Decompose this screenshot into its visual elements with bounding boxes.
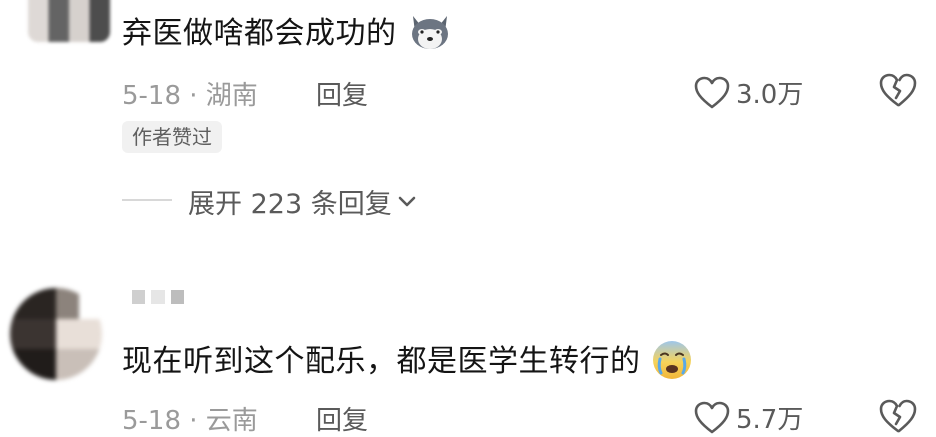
like-count: 3.0万: [736, 80, 804, 110]
comment-text: 弃医做啥都会成功的: [122, 8, 453, 52]
husky-dog-emoji-icon: [411, 15, 448, 49]
like-button[interactable]: 5.7万: [694, 399, 803, 436]
avatar[interactable]: [10, 288, 102, 380]
comment-text: 现在听到这个配乐，都是医学生转行的: [122, 336, 693, 381]
reply-button[interactable]: 回复: [316, 75, 368, 112]
chevron-down-icon: [398, 196, 416, 206]
divider: [122, 199, 172, 201]
like-button[interactable]: 3.0万: [694, 74, 803, 111]
expand-replies-label: 展开 223 条回复: [188, 189, 392, 220]
reply-button[interactable]: 回复: [316, 400, 368, 437]
crying-face-emoji-icon: [652, 340, 691, 379]
expand-replies-button[interactable]: 展开 223 条回复: [188, 182, 416, 221]
avatar[interactable]: [28, 0, 110, 42]
comment-date-location: 5-18 · 湖南: [122, 81, 258, 111]
username-blurred: [132, 290, 184, 304]
heart-outline-icon: [694, 401, 730, 433]
author-liked-badge: 作者赞过: [122, 121, 222, 153]
broken-heart-icon[interactable]: [878, 398, 918, 434]
broken-heart-icon[interactable]: [878, 72, 918, 108]
heart-outline-icon: [694, 76, 730, 108]
like-count: 5.7万: [736, 405, 804, 435]
comment-date-location: 5-18 · 云南: [122, 406, 258, 436]
